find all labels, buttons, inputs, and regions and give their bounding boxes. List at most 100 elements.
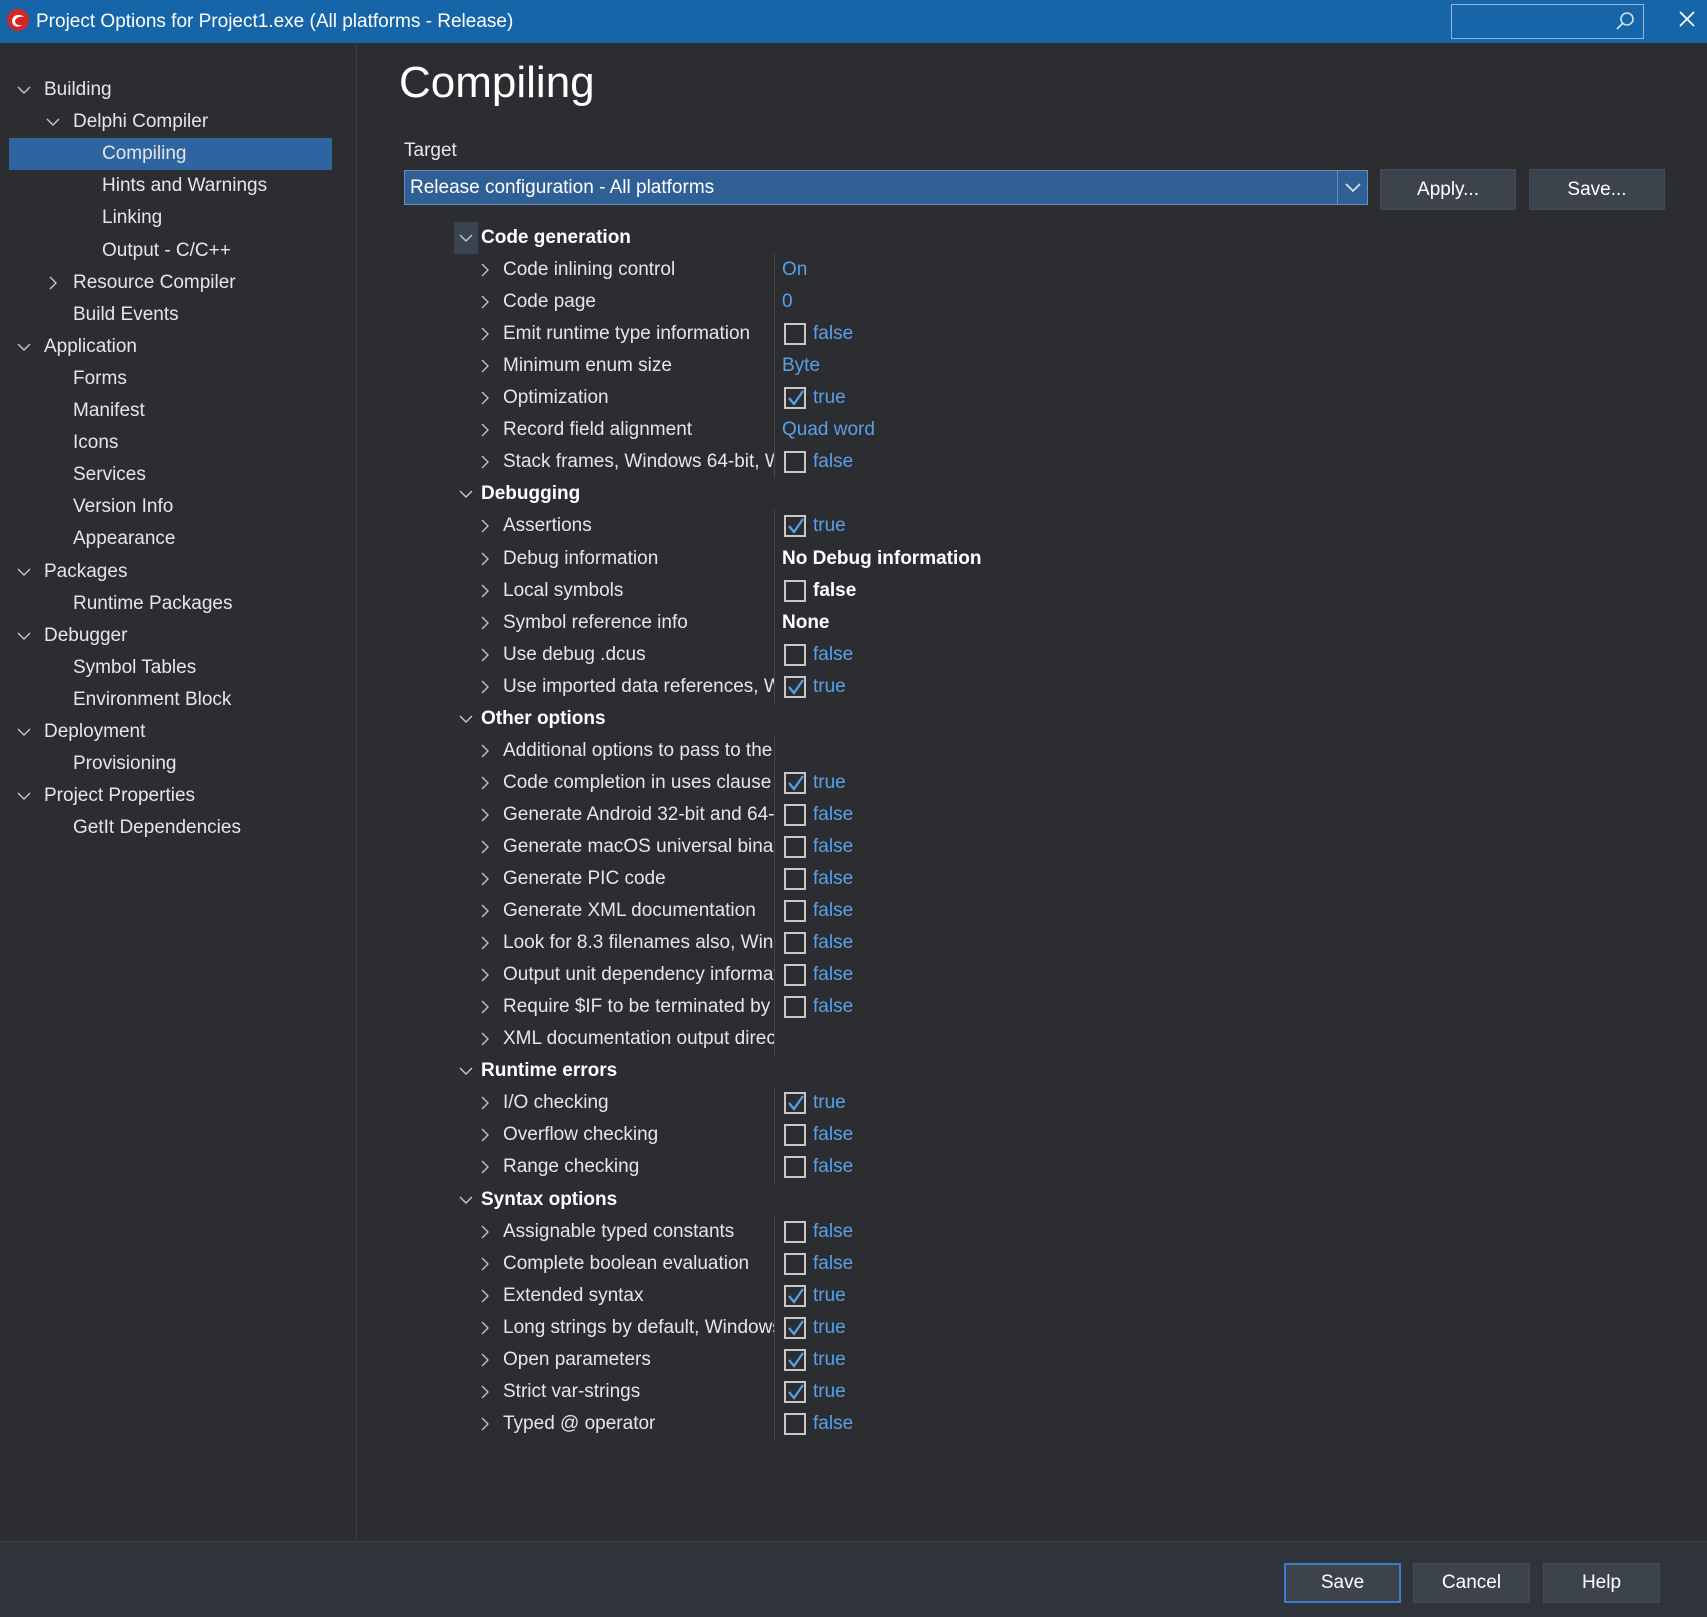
column-divider[interactable] — [774, 1087, 775, 1184]
chevron-down-icon[interactable] — [454, 1055, 478, 1087]
property-checkbox[interactable] — [784, 515, 806, 538]
category-debugging[interactable]: Debugging — [450, 478, 1350, 510]
chevron-right-icon[interactable] — [479, 254, 491, 286]
chevron-right-icon[interactable] — [479, 286, 491, 318]
save-button[interactable]: Save — [1284, 1563, 1401, 1603]
property-row-overflow-checking[interactable]: Overflow checking false — [450, 1119, 1350, 1152]
sidebar-item-packages[interactable]: Packages — [0, 556, 340, 588]
chevron-right-icon[interactable] — [479, 1087, 491, 1119]
sidebar-item-build-events[interactable]: Build Events — [0, 299, 340, 331]
property-row-generate-macos-universal-binary[interactable]: Generate macOS universal binary false — [450, 830, 1350, 863]
sidebar-item-version-info[interactable]: Version Info — [0, 491, 340, 523]
apply-button[interactable]: Apply... — [1380, 169, 1516, 210]
property-row-assignable-typed-constants[interactable]: Assignable typed constants false — [450, 1215, 1350, 1248]
value-cell[interactable] — [774, 1247, 1350, 1280]
property-row-typed-operator[interactable]: Typed @ operator false — [450, 1407, 1350, 1440]
sidebar-item-output-c-c[interactable]: Output - C/C++ — [0, 235, 340, 267]
chevron-right-icon[interactable] — [479, 1151, 491, 1183]
chevron-right-icon[interactable] — [479, 575, 491, 607]
value-cell[interactable] — [774, 863, 1350, 895]
chevron-right-icon[interactable] — [479, 607, 491, 639]
chevron-down-icon[interactable] — [454, 703, 478, 735]
value-cell[interactable] — [774, 1311, 1350, 1344]
chevron-right-icon[interactable] — [479, 959, 491, 991]
chevron-down-icon[interactable] — [454, 1184, 478, 1216]
save-target-button[interactable]: Save... — [1529, 169, 1665, 210]
value-cell[interactable] — [774, 254, 1350, 287]
property-checkbox[interactable] — [784, 451, 806, 474]
chevron-right-icon[interactable] — [479, 735, 491, 767]
property-row-record-field-alignment[interactable]: Record field alignment Quad word — [450, 414, 1350, 447]
property-checkbox[interactable] — [784, 996, 806, 1019]
column-divider[interactable] — [774, 734, 775, 1056]
chevron-right-icon[interactable] — [479, 543, 491, 575]
property-checkbox[interactable] — [784, 1412, 806, 1435]
chevron-right-icon[interactable] — [479, 510, 491, 542]
sidebar-item-debugger[interactable]: Debugger — [0, 620, 340, 652]
chevron-right-icon[interactable] — [479, 895, 491, 927]
property-row-use-debug-dcus[interactable]: Use debug .dcus false — [450, 638, 1350, 671]
property-row-minimum-enum-size[interactable]: Minimum enum size Byte — [450, 350, 1350, 383]
property-row-output-unit-dependency-information[interactable]: Output unit dependency information false — [450, 959, 1350, 992]
chevron-right-icon[interactable] — [479, 799, 491, 831]
sidebar-item-application[interactable]: Application — [0, 331, 340, 363]
property-checkbox[interactable] — [784, 1380, 806, 1403]
chevron-right-icon[interactable] — [479, 1312, 491, 1344]
property-row-generate-pic-code[interactable]: Generate PIC code false — [450, 863, 1350, 895]
value-cell[interactable] — [774, 286, 1350, 319]
chevron-right-icon[interactable] — [479, 414, 491, 446]
value-cell[interactable] — [774, 927, 1350, 960]
property-checkbox[interactable] — [784, 771, 806, 794]
property-checkbox[interactable] — [784, 803, 806, 826]
sidebar-item-services[interactable]: Services — [0, 459, 340, 491]
property-row-look-for-8-3-filenames-also-windows-32-bit[interactable]: Look for 8.3 filenames also, Windows 32-… — [450, 927, 1350, 960]
chevron-right-icon[interactable] — [479, 1119, 491, 1151]
chevron-right-icon[interactable] — [479, 671, 491, 703]
property-checkbox[interactable] — [784, 579, 806, 602]
property-row-code-inlining-control[interactable]: Code inlining control On — [450, 254, 1350, 287]
help-button[interactable]: Help — [1543, 1563, 1660, 1603]
chevron-right-icon[interactable] — [479, 767, 491, 799]
value-cell[interactable] — [774, 606, 1350, 639]
sidebar-item-icons[interactable]: Icons — [0, 427, 340, 459]
sidebar-item-resource-compiler[interactable]: Resource Compiler — [0, 267, 340, 299]
value-cell[interactable] — [774, 1407, 1350, 1440]
value-cell[interactable] — [774, 1215, 1350, 1248]
property-row-code-completion-in-uses-clause[interactable]: Code completion in uses clause true — [450, 766, 1350, 799]
chevron-right-icon[interactable] — [479, 639, 491, 671]
property-checkbox[interactable] — [784, 643, 806, 666]
property-row-require-if-to-be-terminated-by-endif[interactable]: Require $IF to be terminated by $ENDIF fa… — [450, 991, 1350, 1024]
sidebar-item-manifest[interactable]: Manifest — [0, 395, 340, 427]
value-cell[interactable] — [774, 1119, 1350, 1152]
property-row-optimization[interactable]: Optimization true — [450, 382, 1350, 415]
property-checkbox[interactable] — [784, 1316, 806, 1339]
value-cell[interactable] — [774, 446, 1350, 479]
property-checkbox[interactable] — [784, 932, 806, 955]
chevron-down-icon[interactable] — [17, 780, 31, 812]
value-cell[interactable] — [774, 1375, 1350, 1408]
property-checkbox[interactable] — [784, 675, 806, 698]
column-divider[interactable] — [774, 254, 775, 479]
value-cell[interactable] — [774, 1023, 1350, 1056]
property-row-debug-information[interactable]: Debug information No Debug information — [450, 542, 1350, 575]
property-checkbox[interactable] — [784, 1252, 806, 1275]
chevron-right-icon[interactable] — [479, 1376, 491, 1408]
property-row-i-o-checking[interactable]: I/O checking true — [450, 1087, 1350, 1120]
property-row-generate-xml-documentation[interactable]: Generate XML documentation false — [450, 895, 1350, 928]
value-cell[interactable] — [774, 638, 1350, 671]
sidebar-item-building[interactable]: Building — [0, 74, 340, 106]
property-checkbox[interactable] — [784, 1220, 806, 1243]
sidebar-item-provisioning[interactable]: Provisioning — [0, 748, 340, 780]
property-checkbox[interactable] — [784, 1348, 806, 1371]
property-checkbox[interactable] — [784, 900, 806, 923]
search-input[interactable] — [1451, 4, 1644, 39]
sidebar-item-symbol-tables[interactable]: Symbol Tables — [0, 652, 340, 684]
property-checkbox[interactable] — [784, 323, 806, 346]
close-button[interactable] — [1666, 0, 1707, 43]
sidebar-item-getit-dependencies[interactable]: GetIt Dependencies — [0, 812, 340, 844]
value-cell[interactable] — [774, 574, 1350, 607]
value-cell[interactable] — [774, 1151, 1350, 1184]
property-checkbox[interactable] — [784, 1156, 806, 1179]
column-divider[interactable] — [774, 510, 775, 703]
chevron-down-icon[interactable] — [17, 620, 31, 652]
